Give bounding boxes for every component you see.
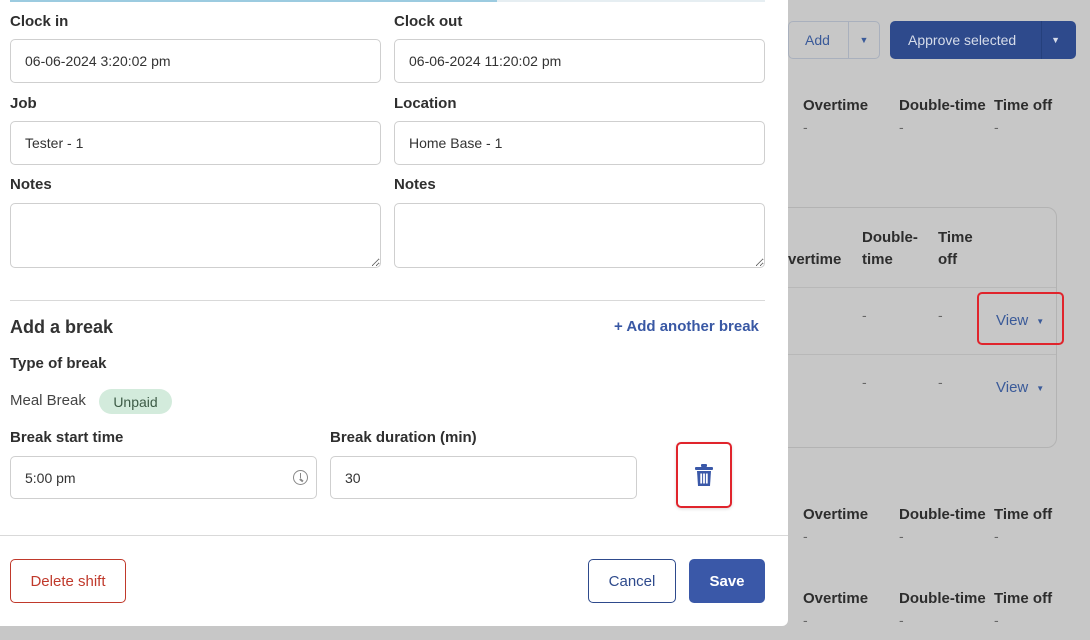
notes-label: Notes (394, 176, 436, 193)
column-header-overtime: vertime (788, 251, 842, 268)
column-header-double-time: Double-time (899, 97, 986, 114)
row-divider (788, 354, 1056, 355)
notes-textarea[interactable] (394, 203, 765, 268)
cell-value: - (899, 528, 904, 544)
break-start-value: 5:00 pm (25, 469, 76, 486)
break-type-label: Type of break (10, 355, 107, 372)
section-divider (10, 300, 765, 301)
view-label: View (996, 379, 1029, 396)
clock-out-label: Clock out (394, 13, 463, 30)
chevron-down-icon: ▼ (1036, 383, 1045, 393)
add-button[interactable]: Add (788, 21, 848, 59)
break-section-title: Add a break (10, 317, 114, 337)
add-dropdown-button[interactable]: ▼ (848, 21, 880, 59)
cell-value: - (862, 307, 867, 323)
cell-value: - (862, 374, 867, 390)
cell-value: - (994, 119, 999, 135)
cell-value: - (938, 307, 943, 323)
column-header-time-off: Time off (994, 97, 1053, 114)
chevron-down-icon: ▼ (1051, 35, 1060, 45)
unpaid-badge: Unpaid (99, 389, 172, 414)
approve-selected-label: Approve selected (908, 32, 1017, 48)
cell-value: - (899, 612, 904, 628)
column-header-double-time: Double- (862, 229, 918, 246)
clock-in-input[interactable]: 06-06-2024 3:20:02 pm (10, 39, 381, 83)
location-select[interactable]: Home Base - 1 (394, 121, 765, 165)
delete-shift-button[interactable]: Delete shift (10, 559, 126, 603)
delete-break-button[interactable] (676, 442, 732, 508)
clock-out-input[interactable]: 06-06-2024 11:20:02 pm (394, 39, 765, 83)
column-header-time-off-2: off (938, 251, 958, 268)
column-header-overtime: Overtime (803, 506, 869, 523)
location-label: Location (394, 95, 457, 112)
approve-selected-button[interactable]: Approve selected ▼ (890, 21, 1076, 59)
cell-value: - (803, 528, 808, 544)
chevron-down-icon: ▼ (859, 35, 869, 45)
notes-label: Notes (10, 176, 52, 193)
column-header-overtime: Overtime (803, 590, 869, 607)
cell-value: - (803, 119, 808, 135)
save-button[interactable]: Save (689, 559, 765, 603)
add-another-break-link[interactable]: + Add another break (614, 318, 759, 335)
job-select[interactable]: Tester - 1 (10, 121, 381, 165)
break-start-input[interactable]: 5:00 pm (10, 456, 317, 499)
cell-value: - (803, 612, 808, 628)
row-divider (788, 287, 1056, 288)
cell-value: - (994, 528, 999, 544)
break-start-label: Break start time (10, 429, 124, 446)
clock-in-label: Clock in (10, 13, 69, 30)
footer-divider (0, 535, 788, 536)
notes-textarea[interactable] (10, 203, 381, 268)
progress-bar (10, 0, 765, 2)
column-header-overtime: Overtime (803, 97, 869, 114)
view-dropdown-button[interactable]: View ▼ (996, 379, 1044, 396)
column-header-double-time-2: time (862, 251, 893, 268)
cancel-button[interactable]: Cancel (588, 559, 676, 603)
highlight-box (977, 292, 1064, 345)
column-header-time-off: Time off (994, 590, 1053, 607)
trash-icon (695, 464, 713, 486)
column-header-time-off: Time (938, 229, 973, 246)
edit-shift-panel: Clock in 06-06-2024 3:20:02 pm Clock out… (0, 0, 788, 626)
cell-value: - (994, 612, 999, 628)
clock-icon[interactable] (293, 470, 308, 485)
break-duration-label: Break duration (min) (330, 429, 477, 446)
column-header-double-time: Double-time (899, 506, 986, 523)
column-header-double-time: Double-time (899, 590, 986, 607)
cell-value: - (899, 119, 904, 135)
break-duration-input[interactable]: 30 (330, 456, 637, 499)
break-type-value: Meal Break (10, 392, 86, 409)
cell-value: - (938, 374, 943, 390)
column-header-time-off: Time off (994, 506, 1053, 523)
job-label: Job (10, 95, 37, 112)
